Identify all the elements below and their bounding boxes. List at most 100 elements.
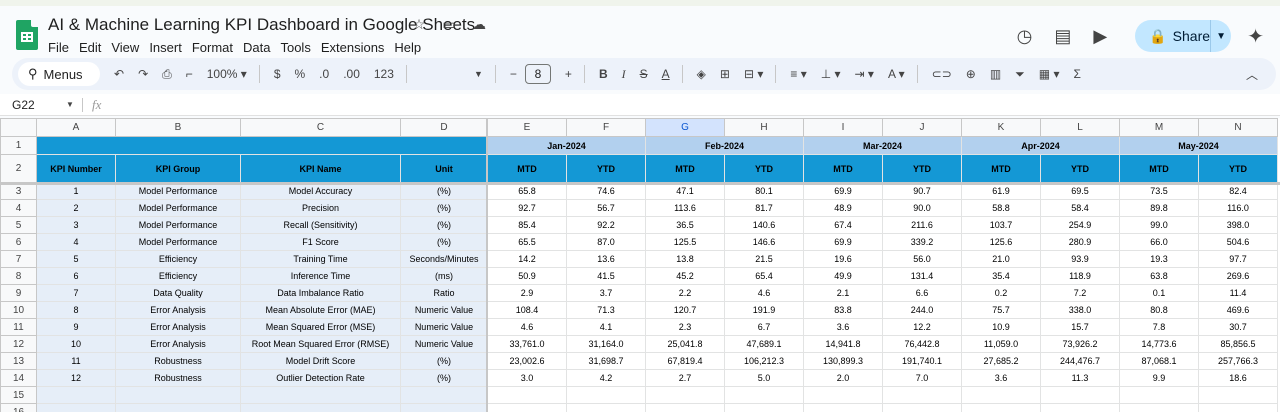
empty-cell[interactable] <box>803 403 883 412</box>
value-cell[interactable]: 76,442.8 <box>882 335 962 353</box>
percent-format-button[interactable]: % <box>295 67 306 81</box>
insert-link-icon[interactable]: ⊂⊃ <box>932 67 952 81</box>
empty-cell[interactable] <box>487 403 567 412</box>
menus-search[interactable]: ⚲ Menus <box>18 62 100 86</box>
filter-views-icon[interactable]: ▦ ▾ <box>1039 67 1060 81</box>
value-cell[interactable]: 66.0 <box>1119 233 1199 251</box>
month-header-cell[interactable]: Jan-2024 <box>487 136 646 155</box>
menu-view[interactable]: View <box>111 40 139 55</box>
value-cell[interactable]: 27,685.2 <box>961 352 1041 370</box>
undo-icon[interactable]: ↶ <box>114 67 124 81</box>
row-header[interactable]: 16 <box>0 403 37 412</box>
value-cell[interactable]: 75.7 <box>961 301 1041 319</box>
row-header[interactable]: 1 <box>0 136 37 155</box>
value-cell[interactable]: 3.6 <box>961 369 1041 387</box>
ytd-header[interactable]: YTD <box>1198 154 1278 183</box>
value-cell[interactable]: 280.9 <box>1040 233 1120 251</box>
kpi-name-cell[interactable]: Root Mean Squared Error (RMSE) <box>240 335 401 353</box>
cloud-saved-icon[interactable]: ☁ <box>470 16 488 33</box>
value-cell[interactable]: 3.0 <box>487 369 567 387</box>
value-cell[interactable]: 469.6 <box>1198 301 1278 319</box>
value-cell[interactable]: 120.7 <box>645 301 725 319</box>
value-cell[interactable]: 11.3 <box>1040 369 1120 387</box>
value-cell[interactable]: 4.6 <box>724 284 804 302</box>
mtd-header[interactable]: MTD <box>803 154 883 183</box>
value-cell[interactable]: 89.8 <box>1119 199 1199 217</box>
value-cell[interactable]: 504.6 <box>1198 233 1278 251</box>
filter-icon[interactable]: ⏷ <box>1015 67 1025 82</box>
row-header[interactable]: 9 <box>0 284 37 302</box>
value-cell[interactable]: 83.8 <box>803 301 883 319</box>
kpi-group-cell[interactable]: Error Analysis <box>115 301 241 319</box>
column-header-m[interactable]: M <box>1119 118 1199 137</box>
row-header[interactable]: 4 <box>0 199 37 217</box>
kpi-group-cell[interactable]: Robustness <box>115 369 241 387</box>
move-folder-icon[interactable]: ▭ <box>440 16 458 33</box>
value-cell[interactable]: 36.5 <box>645 216 725 234</box>
print-icon[interactable]: ⎙ <box>162 67 172 82</box>
unit-cell[interactable]: (%) <box>400 369 488 387</box>
month-header-cell[interactable]: Apr-2024 <box>961 136 1120 155</box>
value-cell[interactable]: 31,698.7 <box>566 352 646 370</box>
kpi-number-cell[interactable]: 9 <box>36 318 116 336</box>
redo-icon[interactable]: ↷ <box>138 67 148 81</box>
value-cell[interactable]: 3.6 <box>803 318 883 336</box>
merge-cells-icon[interactable]: ⊟ ▾ <box>744 67 763 81</box>
value-cell[interactable]: 14,773.6 <box>1119 335 1199 353</box>
row-header[interactable]: 3 <box>0 182 37 200</box>
value-cell[interactable]: 15.7 <box>1040 318 1120 336</box>
value-cell[interactable]: 244,476.7 <box>1040 352 1120 370</box>
row-header[interactable]: 6 <box>0 233 37 251</box>
value-cell[interactable]: 45.2 <box>645 267 725 285</box>
kpi-name-cell[interactable]: Training Time <box>240 250 401 268</box>
star-icon[interactable]: ☆ <box>410 16 428 33</box>
value-cell[interactable]: 4.6 <box>487 318 567 336</box>
bold-button[interactable]: B <box>599 67 608 81</box>
column-header-g[interactable]: G <box>645 118 725 137</box>
value-cell[interactable]: 9.9 <box>1119 369 1199 387</box>
kpi-group-cell[interactable]: Model Performance <box>115 182 241 200</box>
empty-cell[interactable] <box>1119 403 1199 412</box>
currency-format-button[interactable]: $ <box>274 67 281 81</box>
kpi-name-cell[interactable]: Mean Squared Error (MSE) <box>240 318 401 336</box>
value-cell[interactable]: 65.4 <box>724 267 804 285</box>
empty-cell[interactable] <box>645 403 725 412</box>
kpi-number-cell[interactable]: 12 <box>36 369 116 387</box>
value-cell[interactable]: 191,740.1 <box>882 352 962 370</box>
unit-cell[interactable]: Ratio <box>400 284 488 302</box>
column-header-a[interactable]: A <box>36 118 116 137</box>
ytd-header[interactable]: YTD <box>1040 154 1120 183</box>
value-cell[interactable]: 191.9 <box>724 301 804 319</box>
value-cell[interactable]: 49.9 <box>803 267 883 285</box>
value-cell[interactable]: 90.7 <box>882 182 962 200</box>
menu-extensions[interactable]: Extensions <box>321 40 385 55</box>
empty-cell[interactable] <box>36 386 116 404</box>
fill-color-icon[interactable]: ◈ <box>697 67 706 81</box>
value-cell[interactable]: 12.2 <box>882 318 962 336</box>
insert-comment-icon[interactable]: ⊕ <box>966 67 976 81</box>
value-cell[interactable]: 58.4 <box>1040 199 1120 217</box>
value-cell[interactable]: 13.8 <box>645 250 725 268</box>
kpi-name-cell[interactable]: Outlier Detection Rate <box>240 369 401 387</box>
menu-help[interactable]: Help <box>394 40 421 55</box>
name-box-dropdown-icon[interactable]: ▼ <box>66 100 74 109</box>
unit-cell[interactable]: (%) <box>400 199 488 217</box>
column-header-h[interactable]: H <box>724 118 804 137</box>
row-header[interactable]: 15 <box>0 386 37 404</box>
value-cell[interactable]: 41.5 <box>566 267 646 285</box>
kpi-name-cell[interactable]: Inference Time <box>240 267 401 285</box>
menu-data[interactable]: Data <box>243 40 270 55</box>
value-cell[interactable]: 130,899.3 <box>803 352 883 370</box>
kpi-number-cell[interactable]: 4 <box>36 233 116 251</box>
column-header-i[interactable]: I <box>803 118 883 137</box>
kpi-name-cell[interactable]: Precision <box>240 199 401 217</box>
value-cell[interactable]: 140.6 <box>724 216 804 234</box>
value-cell[interactable]: 2.3 <box>645 318 725 336</box>
value-cell[interactable]: 48.9 <box>803 199 883 217</box>
kpi-group-cell[interactable]: Model Performance <box>115 233 241 251</box>
header-banner-cell[interactable] <box>36 136 488 155</box>
empty-cell[interactable] <box>1040 403 1120 412</box>
mtd-header[interactable]: MTD <box>487 154 567 183</box>
value-cell[interactable]: 7.2 <box>1040 284 1120 302</box>
value-cell[interactable]: 257,766.3 <box>1198 352 1278 370</box>
